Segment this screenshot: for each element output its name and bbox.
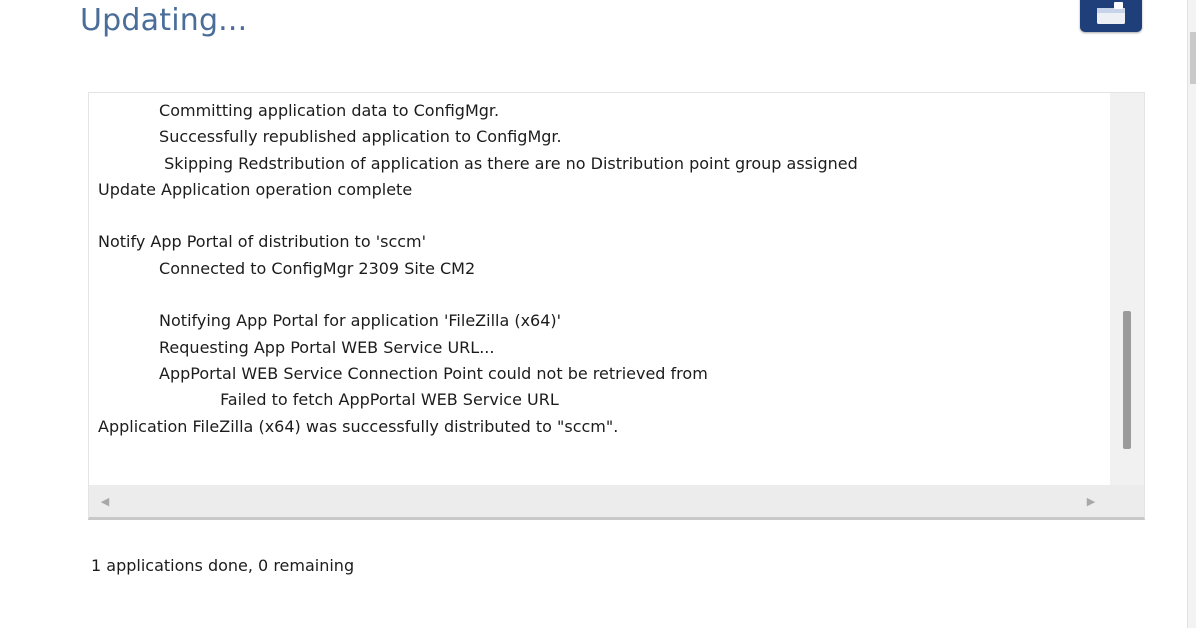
log-line: Application FileZilla (x64) was successf… xyxy=(98,416,619,436)
page-scrollbar[interactable] xyxy=(1187,0,1196,628)
log-line: Connected to ConfigMgr 2309 Site CM2 xyxy=(98,258,476,278)
corner-button[interactable] xyxy=(1080,0,1142,32)
log-line: Committing application data to ConfigMgr… xyxy=(98,101,500,120)
vertical-scrollbar-thumb[interactable] xyxy=(1123,311,1131,449)
status-text: 1 applications done, 0 remaining xyxy=(91,556,355,575)
log-line: Notify App Portal of distribution to 'sc… xyxy=(98,232,427,252)
log-line: Update Application operation complete xyxy=(98,179,413,199)
log-line: Failed to fetch AppPortal WEB Service UR… xyxy=(98,390,559,410)
window-icon xyxy=(1097,2,1125,24)
log-output-box[interactable]: Committing application data to ConfigMgr… xyxy=(88,92,1145,520)
log-line: Skipping Redstribution of application as… xyxy=(98,153,858,173)
log-line: Successfully republished application to … xyxy=(98,127,562,147)
log-line: Notifying App Portal for application 'Fi… xyxy=(98,311,562,331)
scroll-left-icon[interactable]: ◀ xyxy=(95,485,115,517)
page-scrollbar-thumb[interactable] xyxy=(1190,32,1196,84)
vertical-scrollbar[interactable] xyxy=(1110,93,1144,486)
log-line: AppPortal WEB Service Connection Point c… xyxy=(98,363,708,383)
scroll-right-icon[interactable]: ▶ xyxy=(1081,485,1101,517)
log-line: Requesting App Portal WEB Service URL... xyxy=(98,337,495,357)
update-dialog: Updating... Committing application data … xyxy=(0,0,1196,628)
log-lines: Committing application data to ConfigMgr… xyxy=(98,98,1104,440)
scrollbar-corner xyxy=(1110,485,1144,517)
horizontal-scrollbar[interactable]: ◀ ▶ xyxy=(89,485,1111,517)
page-title: Updating... xyxy=(80,3,248,38)
